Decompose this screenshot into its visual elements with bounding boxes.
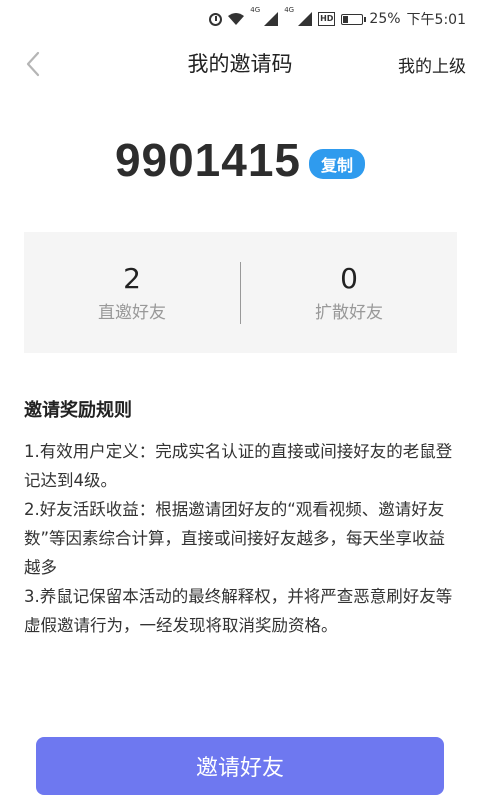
rules-list: 1.有效用户定义：完成实名认证的直接或间接好友的老鼠登记达到4级。 2.好友活跃… <box>24 437 460 640</box>
friend-stats-panel: 2 直邀好友 0 扩散好友 <box>24 232 457 353</box>
invite-code-row: 9901415 复制 <box>0 128 480 192</box>
invite-friends-button[interactable]: 邀请好友 <box>36 737 444 795</box>
network-type-label: 4G <box>250 5 261 14</box>
my-superior-link[interactable]: 我的上级 <box>398 52 466 77</box>
wifi-icon <box>228 11 245 27</box>
direct-friends-stat: 2 直邀好友 <box>24 262 240 323</box>
spread-friends-count: 0 <box>340 262 358 295</box>
signal-icon-2 <box>298 11 313 27</box>
battery-fill <box>343 15 348 23</box>
battery-icon <box>341 11 367 27</box>
copy-button[interactable]: 复制 <box>309 149 366 179</box>
clock-time: 下午5:01 <box>406 12 466 28</box>
status-bar: 4G 4G HD 25% 下午5:01 <box>0 0 480 38</box>
rule-item-1: 1.有效用户定义：完成实名认证的直接或间接好友的老鼠登记达到4级。 <box>24 442 453 490</box>
hd-badge: HD <box>318 12 336 26</box>
invite-code: 9901415 <box>114 134 302 186</box>
alarm-icon <box>209 11 223 27</box>
network-type-label-2: 4G <box>284 5 295 14</box>
rule-item-3: 3.养鼠记保留本活动的最终解释权，并将严查恶意刷好友等虚假邀请行为，一经发现将取… <box>24 587 453 635</box>
invite-code-screen: 4G 4G HD 25% 下午5:01 我的邀请码 我的上级 9901415 复… <box>0 0 480 800</box>
rule-item-2: 2.好友活跃收益：根据邀请团好友的“观看视频、邀请好友数”等因素综合计算，直接或… <box>24 500 446 577</box>
signal-icon <box>264 11 279 27</box>
battery-percent: 25% <box>369 11 401 27</box>
rules-title: 邀请奖励规则 <box>24 400 132 421</box>
direct-friends-count: 2 <box>123 262 141 295</box>
spread-friends-stat: 0 扩散好友 <box>241 262 457 323</box>
nav-bar: 我的邀请码 我的上级 <box>0 38 480 88</box>
spread-friends-label: 扩散好友 <box>315 303 383 323</box>
direct-friends-label: 直邀好友 <box>98 303 166 323</box>
